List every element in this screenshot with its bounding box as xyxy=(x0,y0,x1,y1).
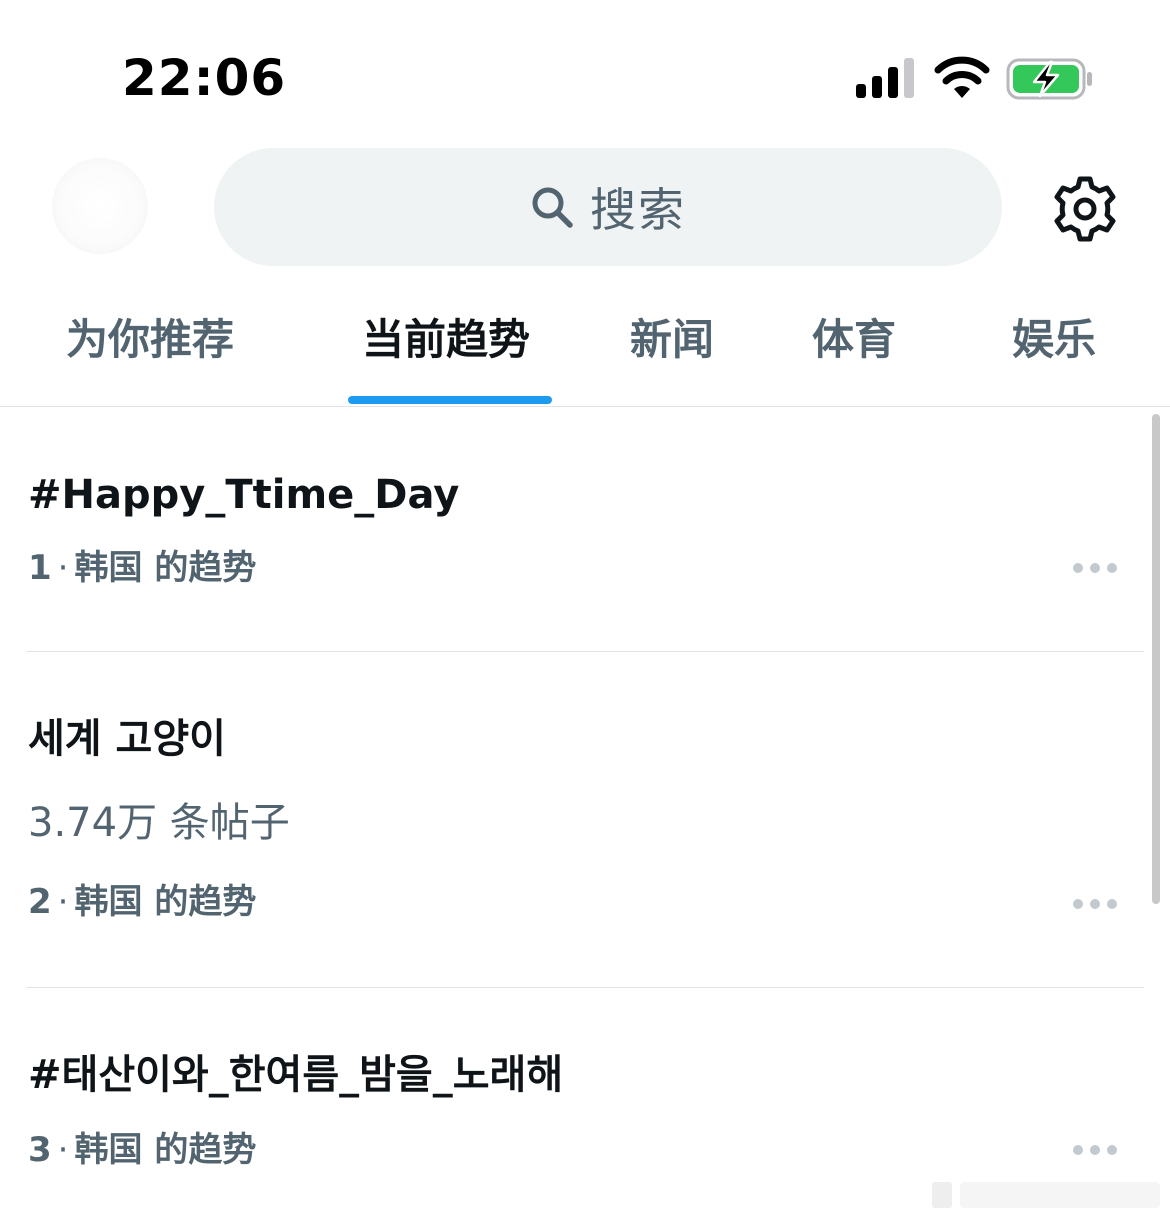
trend-location: 韩国 的趋势 xyxy=(74,548,257,588)
trend-title: #Happy_Ttime_Day xyxy=(28,472,460,518)
active-tab-indicator xyxy=(348,396,552,404)
status-time: 22:06 xyxy=(122,49,287,107)
more-horizontal-icon[interactable] xyxy=(1072,898,1118,910)
tab-bar: 为你推荐 当前趋势 新闻 体育 娱乐 xyxy=(0,290,1170,407)
cellular-signal-icon xyxy=(856,58,914,98)
trend-location: 韩国 的趋势 xyxy=(74,882,257,922)
trend-post-count: 3.74万 条帖子 xyxy=(28,800,290,846)
search-icon xyxy=(532,187,573,228)
tab-sports[interactable]: 体育 xyxy=(812,312,896,368)
tab-for-you[interactable]: 为你推荐 xyxy=(66,312,234,368)
more-horizontal-icon[interactable] xyxy=(1072,562,1118,574)
tab-trending[interactable]: 当前趋势 xyxy=(362,312,530,368)
trend-title: #태산이와_한여름_밤을_노래해 xyxy=(28,1052,564,1098)
more-horizontal-icon[interactable] xyxy=(1072,1144,1118,1156)
trend-rank: 2 xyxy=(28,882,52,922)
trend-meta: 1 · 韩国 的趋势 xyxy=(28,548,257,588)
search-bar[interactable]: 搜索 xyxy=(214,148,1002,266)
wifi-icon xyxy=(934,56,990,98)
tab-entertainment[interactable]: 娱乐 xyxy=(1012,312,1096,368)
trend-location: 韩国 的趋势 xyxy=(74,1130,257,1170)
status-bar: 22:06 xyxy=(0,0,1170,140)
trend-meta: 3 · 韩国 的趋势 xyxy=(28,1130,257,1170)
search-placeholder: 搜索 xyxy=(590,183,686,237)
trend-item[interactable]: 세계 고양이 3.74万 条帖子 2 · 韩国 的趋势 xyxy=(0,652,1144,988)
tab-news[interactable]: 新闻 xyxy=(630,312,714,368)
gear-icon[interactable] xyxy=(1052,176,1118,242)
trend-rank: 1 xyxy=(28,548,52,588)
trend-item[interactable]: #Happy_Ttime_Day 1 · 韩国 的趋势 xyxy=(0,408,1144,652)
trend-title: 세계 고양이 xyxy=(28,716,226,762)
scrollbar[interactable] xyxy=(1152,414,1160,904)
battery-charging-icon xyxy=(1006,58,1092,100)
watermark-icon xyxy=(932,1182,1160,1208)
profile-avatar[interactable] xyxy=(52,158,148,254)
trend-rank: 3 xyxy=(28,1130,52,1170)
trend-meta: 2 · 韩国 的趋势 xyxy=(28,882,257,922)
